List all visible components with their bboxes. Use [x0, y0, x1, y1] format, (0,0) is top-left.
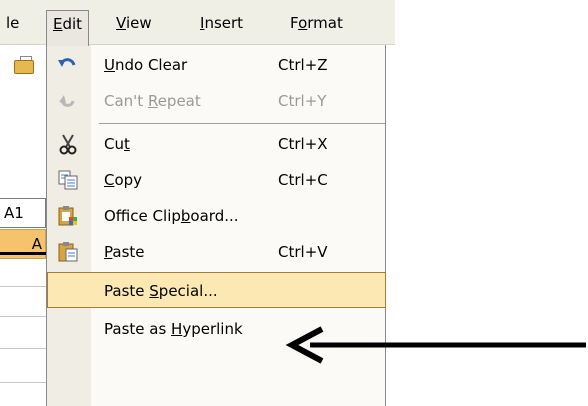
scissors-icon [57, 133, 79, 155]
menu-item-paste-special[interactable]: Paste Special... [47, 272, 386, 308]
menu-file[interactable]: le [0, 10, 25, 36]
menu-edit[interactable]: Edit [46, 10, 90, 46]
menu-file-label: le [6, 14, 20, 32]
menu-item-paste[interactable]: Paste Ctrl+V [47, 234, 385, 270]
menu-item-cut[interactable]: Cut Ctrl+X [47, 126, 385, 162]
menu-format-mnemonic: o [298, 14, 308, 32]
excel-window: le Edit View Insert Format A1 A Undo Cle… [0, 0, 395, 406]
row-divider [0, 286, 46, 287]
office-clipboard-icon [57, 205, 79, 227]
menu-format-pre: F [290, 14, 299, 32]
edit-menu-dropdown: Undo Clear Ctrl+Z Can't Repeat Ctrl+Y Cu… [46, 45, 386, 406]
menu-item-paste-as-hyperlink[interactable]: Paste as Hyperlink [47, 311, 385, 347]
open-folder-icon[interactable] [12, 54, 38, 80]
menu-separator [99, 123, 385, 124]
menu-insert-label: nsert [204, 14, 244, 32]
row-divider [0, 348, 46, 349]
row-divider [0, 382, 46, 383]
menu-item-label: Paste [104, 243, 145, 261]
menu-item-office-clipboard[interactable]: Office Clipboard... [47, 198, 385, 234]
menu-insert[interactable]: Insert [194, 10, 249, 36]
row-divider [0, 252, 46, 255]
menu-item-undo-clear[interactable]: Undo Clear Ctrl+Z [47, 47, 385, 83]
copy-icon [57, 169, 79, 191]
redo-icon [57, 90, 79, 112]
menu-item-label: Cut [104, 135, 130, 153]
menu-item-shortcut: Ctrl+Z [278, 56, 328, 74]
name-box-value: A1 [4, 204, 24, 222]
menu-item-label: Paste as Hyperlink [104, 320, 243, 338]
menu-item-copy[interactable]: Copy Ctrl+C [47, 162, 385, 198]
menu-item-shortcut: Ctrl+Y [278, 92, 327, 110]
menu-item-cant-repeat[interactable]: Can't Repeat Ctrl+Y [47, 83, 385, 119]
menu-item-label: Paste Special... [104, 282, 218, 300]
menu-item-shortcut: Ctrl+V [278, 243, 328, 261]
menu-format-label: rmat [307, 14, 343, 32]
undo-icon [57, 54, 79, 76]
menu-item-label: Undo Clear [104, 56, 188, 74]
left-strip: A1 A [0, 46, 46, 406]
menu-view[interactable]: View [110, 10, 158, 36]
column-header-label: A [31, 235, 42, 253]
name-box[interactable]: A1 [0, 198, 46, 228]
menu-item-shortcut: Ctrl+X [278, 135, 328, 153]
menu-format[interactable]: Format [284, 10, 349, 36]
menu-edit-label: dit [62, 15, 83, 33]
menu-item-shortcut: Ctrl+C [278, 171, 328, 189]
menu-view-mnemonic: V [116, 14, 126, 32]
menu-item-label: Can't Repeat [104, 92, 201, 110]
menu-view-label: iew [125, 14, 152, 32]
menu-item-label: Copy [104, 171, 143, 189]
menu-bar: le Edit View Insert Format [0, 0, 395, 46]
menu-item-label: Office Clipboard... [104, 207, 239, 225]
paste-icon [57, 241, 79, 263]
row-divider [0, 316, 46, 317]
